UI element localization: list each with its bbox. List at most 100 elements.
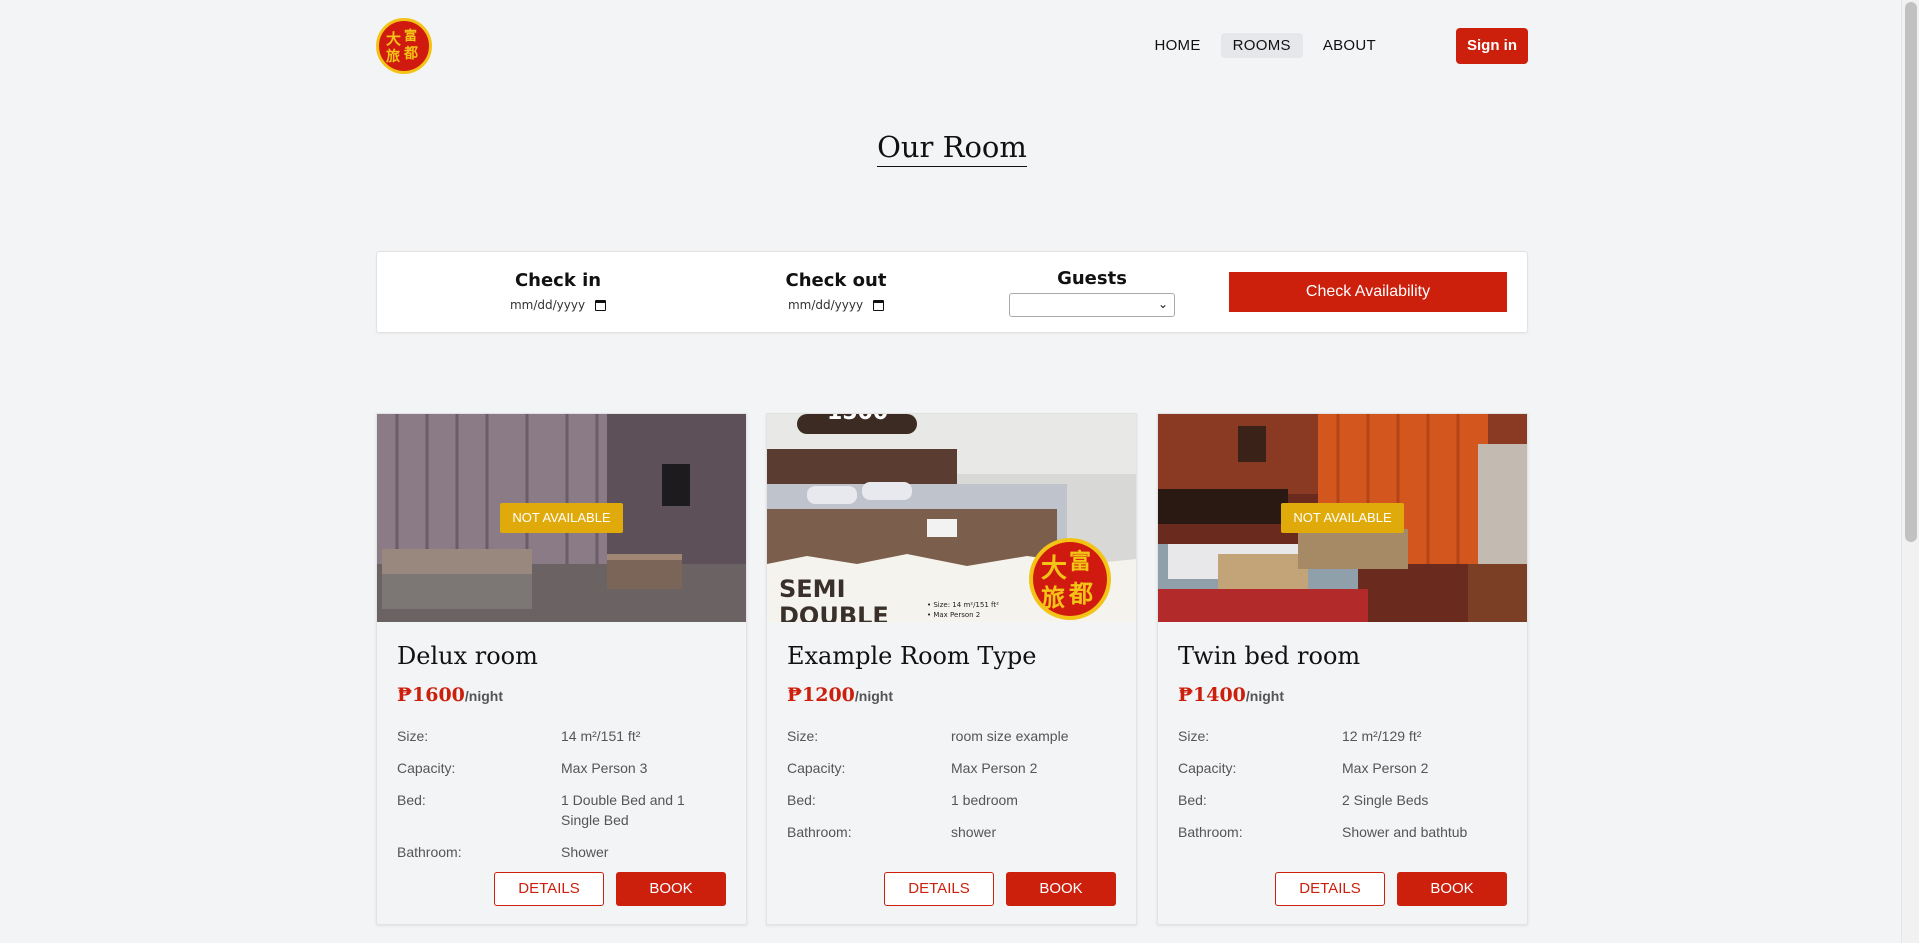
spec-row: Bathroom: shower [787,822,1117,842]
photo-text-big2: DOUBLE [779,602,889,622]
svg-text:大: 大 [1041,554,1067,584]
booking-bar: Check in mm/dd/yyyy Check out mm/dd/yyyy… [376,251,1528,333]
price-unit: /night [1245,688,1284,704]
spec-value: Max Person 2 [951,760,1038,776]
nav-rooms[interactable]: ROOMS [1220,33,1303,58]
room-price: ₱1400/night [1178,684,1284,706]
checkout-field: Check out mm/dd/yyyy [755,270,917,314]
room-photo: 1500 SEMI DOUBLE • Size: 14 m²/151 ft² •… [767,414,1136,622]
spec-key: Size: [1178,728,1210,744]
spec-key: Bathroom: [787,824,852,840]
room-card: NOT AVAILABLE Twin bed room ₱1400/night … [1157,413,1528,925]
nav-about[interactable]: ABOUT [1311,33,1388,58]
spec-row: Capacity: Max Person 3 [397,758,727,778]
book-button[interactable]: BOOK [1006,872,1116,906]
svg-text:都: 都 [1068,580,1093,608]
spec-value: 1 bedroom [951,792,1018,808]
photo-text-big: SEMI [779,575,846,603]
main-nav: HOME ROOMS ABOUT [1142,33,1388,58]
room-specs: Size: room size example Capacity: Max Pers… [787,726,1117,854]
details-button[interactable]: DETAILS [1275,872,1385,906]
spec-row: Capacity: Max Person 2 [787,758,1117,778]
chevron-down-icon: ⌄ [1157,297,1168,311]
book-button[interactable]: BOOK [1397,872,1507,906]
svg-text:旅: 旅 [1041,584,1065,612]
guests-label: Guests [1057,268,1127,289]
room-price: ₱1600/night [397,684,503,706]
page-title: Our Room [877,130,1027,167]
spec-key: Capacity: [397,760,456,776]
checkout-input[interactable]: mm/dd/yyyy [787,298,885,312]
price-amount: ₱1400 [1178,684,1246,706]
check-availability-button[interactable]: Check Availability [1229,272,1507,312]
room-photo-image: 1500 SEMI DOUBLE • Size: 14 m²/151 ft² •… [767,414,1136,622]
spec-value: Max Person 2 [1342,760,1429,776]
room-specs: Size: 12 m²/129 ft² Capacity: Max Person 2… [1178,726,1508,854]
room-name: Delux room [397,642,538,670]
card-actions: DETAILS BOOK [1275,872,1507,906]
calendar-icon[interactable] [873,299,885,311]
page-title-wrap: Our Room [376,130,1528,167]
checkin-value: mm/dd/yyyy [509,298,586,312]
spec-value: 2 Single Beds [1342,792,1429,808]
photo-text-top: 1500 [827,414,888,425]
photo-text-line2: • Max Person 2 [927,611,980,619]
card-actions: DETAILS BOOK [494,872,726,906]
spec-row: Capacity: Max Person 2 [1178,758,1508,778]
spec-key: Bed: [787,792,816,808]
spec-row: Size: room size example [787,726,1117,746]
details-button[interactable]: DETAILS [494,872,604,906]
room-name: Example Room Type [787,642,1037,670]
availability-badge: NOT AVAILABLE [500,503,623,533]
spec-row: Bed: 1 bedroom [787,790,1117,810]
checkin-label: Check in [514,270,602,291]
guests-select[interactable]: ⌄ [1009,293,1175,317]
svg-text:富: 富 [1069,549,1091,575]
room-photo: NOT AVAILABLE [1158,414,1527,622]
card-actions: DETAILS BOOK [884,872,1116,906]
price-unit: /night [854,688,893,704]
spec-value: 1 Double Bed and 1 Single Bed [561,792,685,828]
scrollbar[interactable] [1901,0,1919,943]
checkout-label: Check out [785,270,887,291]
svg-text:富: 富 [404,28,417,44]
spec-value: room size example [951,728,1069,744]
checkin-input[interactable]: mm/dd/yyyy [509,298,607,312]
spec-key: Bathroom: [1178,824,1243,840]
svg-text:旅: 旅 [386,48,400,65]
spec-value: 12 m²/129 ft² [1342,728,1422,744]
checkout-value: mm/dd/yyyy [787,298,864,312]
spec-row: Size: 12 m²/129 ft² [1178,726,1508,746]
spec-row: Size: 14 m²/151 ft² [397,726,727,746]
spec-value: Shower and bathtub [1342,824,1468,840]
spec-value: Shower [561,844,609,860]
logo-emblem-icon: 大 富 旅 都 [386,28,418,65]
spec-row: Bathroom: Shower and bathtub [1178,822,1508,842]
checkin-field: Check in mm/dd/yyyy [477,270,639,314]
scrollbar-thumb[interactable] [1905,2,1917,542]
spec-key: Bathroom: [397,844,462,860]
spec-key: Size: [787,728,819,744]
photo-text-line1: • Size: 14 m²/151 ft² [927,601,999,609]
spec-key: Bed: [397,792,426,808]
room-card: NOT AVAILABLE Delux room ₱1600/night Siz… [376,413,747,925]
svg-text:大: 大 [386,30,401,48]
nav-home[interactable]: HOME [1142,33,1212,58]
spec-value: Max Person 3 [561,760,648,776]
room-card: 1500 SEMI DOUBLE • Size: 14 m²/151 ft² •… [766,413,1137,925]
price-amount: ₱1200 [787,684,855,706]
calendar-icon[interactable] [595,299,607,311]
spec-value: shower [951,824,997,840]
details-button[interactable]: DETAILS [884,872,994,906]
logo[interactable]: 大 富 旅 都 [376,18,432,74]
room-photo: NOT AVAILABLE [377,414,746,622]
svg-text:都: 都 [403,46,418,62]
book-button[interactable]: BOOK [616,872,726,906]
room-price: ₱1200/night [787,684,893,706]
guests-field: Guests ⌄ [1009,268,1175,317]
spec-row: Bathroom: Shower [397,842,727,862]
room-name: Twin bed room [1178,642,1361,670]
sign-in-button[interactable]: Sign in [1456,28,1528,64]
spec-key: Capacity: [787,760,846,776]
spec-key: Size: [397,728,429,744]
